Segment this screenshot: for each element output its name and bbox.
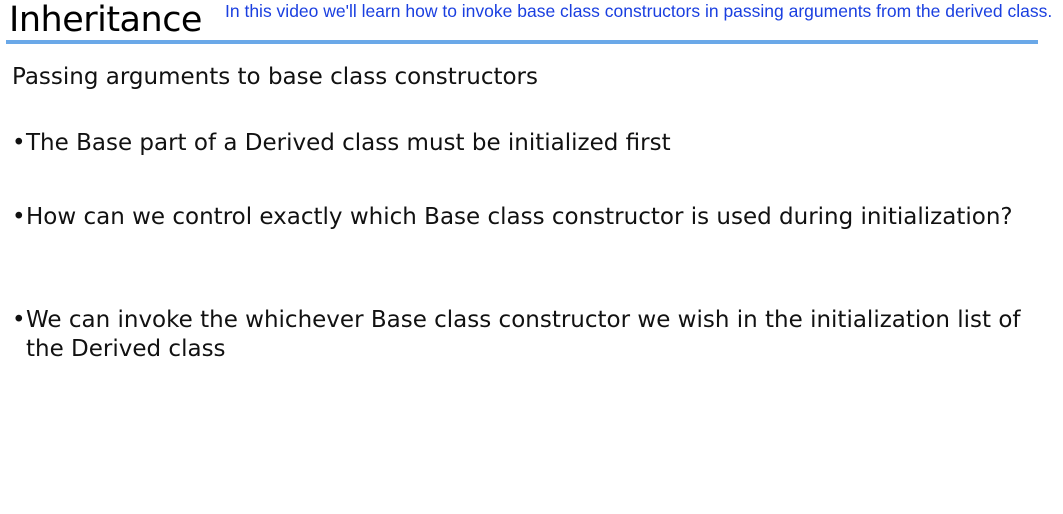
bullet-icon: • [12,204,26,230]
bullet-item: • We can invoke the whichever Base class… [12,306,1052,364]
bullet-text: The Base part of a Derived class must be… [26,130,671,156]
bullet-text: We can invoke the whichever Base class c… [26,307,1021,362]
bullet-icon: • [12,130,26,156]
slide-subtitle: Passing arguments to base class construc… [12,64,538,90]
bullet-icon: • [12,307,26,333]
slide-title: Inheritance [9,0,202,40]
bullet-item: • How can we control exactly which Base … [12,203,1052,232]
bullet-item: • The Base part of a Derived class must … [12,129,1052,158]
slide: Inheritance In this video we'll learn ho… [0,0,1063,514]
title-underline [6,40,1038,44]
bullet-text: How can we control exactly which Base cl… [26,204,1013,230]
video-caption-overlay: In this video we'll learn how to invoke … [225,1,1053,21]
